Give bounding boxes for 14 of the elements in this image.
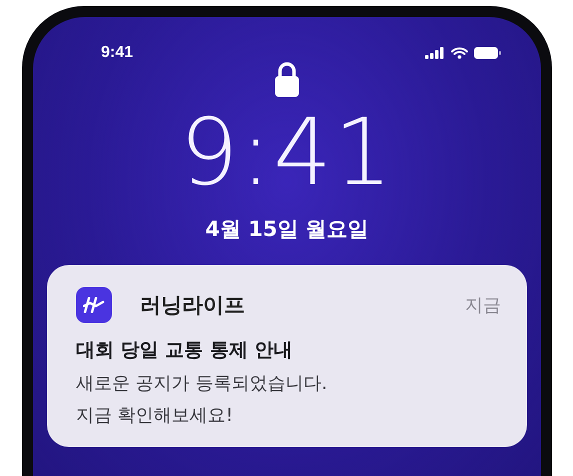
notification-message: 새로운 공지가 등록되었습니다. (76, 372, 328, 395)
notification-time: 지금 (465, 294, 501, 317)
status-time: 9:41 (101, 44, 134, 62)
wifi-icon (451, 47, 468, 59)
signal-icon (425, 47, 445, 59)
app-name: 러닝라이프 (140, 292, 246, 319)
notification-title: 대회 당일 교통 통제 안내 (76, 338, 294, 363)
lock-icon (273, 61, 301, 97)
lock-screen-clock: 9:41 (180, 107, 394, 199)
battery-icon (474, 47, 501, 59)
app-icon (76, 287, 112, 323)
notification-card[interactable]: 러닝라이프 지금 대회 당일 교통 통제 안내 새로운 공지가 등록되었습니다. 지금 확인해보세요! (47, 265, 527, 447)
lock-screen-date: 4월 15일 월요일 (205, 216, 369, 243)
notification-message: 지금 확인해보세요! (76, 404, 234, 427)
